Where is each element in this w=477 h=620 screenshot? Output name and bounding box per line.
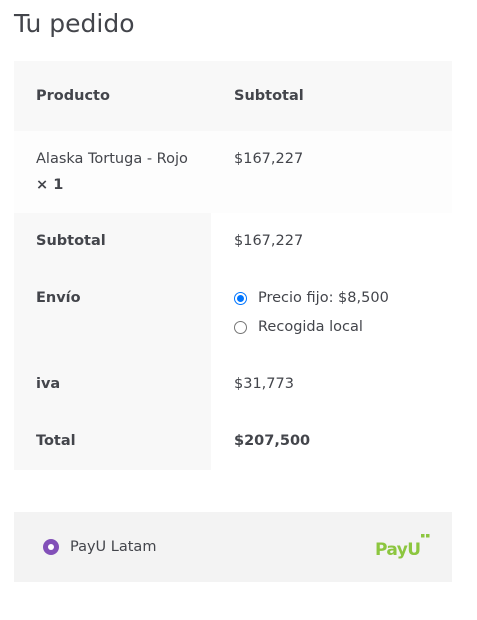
- shipping-local-pickup-radio[interactable]: [234, 321, 247, 334]
- shipping-row: Envío Precio fijo: $8,500 Recogida local: [14, 270, 452, 356]
- svg-text:PayU: PayU: [375, 540, 420, 560]
- tax-row: iva $31,773: [14, 356, 452, 413]
- shipping-flat-rate-label[interactable]: Precio fijo: $8,500: [258, 286, 389, 310]
- product-column-header: Producto: [36, 88, 110, 104]
- tax-value: $31,773: [234, 376, 294, 392]
- product-subtotal: $167,227: [234, 151, 304, 167]
- shipping-local-pickup-label[interactable]: Recogida local: [258, 315, 363, 339]
- shipping-label: Envío: [36, 290, 81, 306]
- cart-subtotal-row: Subtotal $167,227: [14, 213, 452, 270]
- product-quantity: × 1: [36, 177, 64, 193]
- payu-logo-icon: PayU: [374, 532, 430, 562]
- tax-label: iva: [36, 376, 61, 392]
- payment-method-payu[interactable]: PayU Latam PayU: [14, 512, 452, 582]
- order-total-label: Total: [36, 433, 76, 449]
- product-name: Alaska Tortuga - Rojo: [36, 151, 188, 167]
- shipping-flat-rate-radio[interactable]: [234, 292, 247, 305]
- order-total-row: Total $207,500: [14, 413, 452, 470]
- product-row: Alaska Tortuga - Rojo × 1 $167,227: [14, 131, 452, 213]
- payment-method-label[interactable]: PayU Latam: [70, 535, 156, 559]
- page-title: Tu pedido: [14, 9, 135, 38]
- order-total-value: $207,500: [234, 433, 311, 449]
- payment-method-radio[interactable]: [43, 539, 59, 555]
- cart-subtotal-label: Subtotal: [36, 233, 106, 249]
- table-header-row: Producto Subtotal: [14, 61, 452, 131]
- subtotal-column-header: Subtotal: [234, 88, 304, 104]
- cart-subtotal-value: $167,227: [234, 233, 304, 249]
